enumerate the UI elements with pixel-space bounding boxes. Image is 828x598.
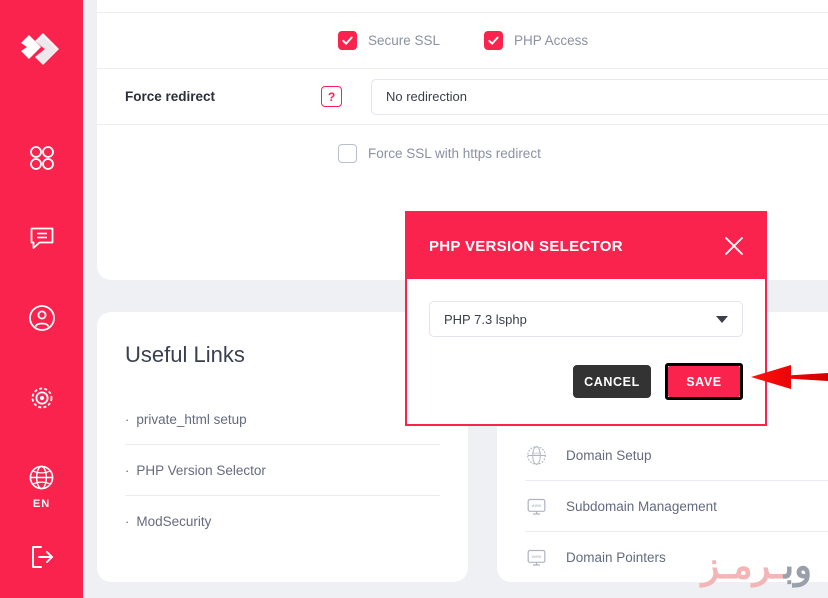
monitor-www-icon: www — [525, 495, 547, 517]
sidebar-item-account[interactable] — [0, 304, 83, 332]
checkbox-secure-ssl[interactable]: Secure SSL — [338, 31, 440, 50]
list-item-label: ModSecurity — [136, 514, 212, 529]
monitor-www-icon: www — [525, 547, 547, 569]
globe-www-icon: www — [525, 444, 547, 466]
globe-icon — [29, 465, 54, 490]
list-item[interactable]: · PHP Version Selector — [125, 445, 440, 496]
list-item-label: private_html setup — [136, 411, 247, 427]
list-item[interactable]: · ModSecurity — [125, 496, 440, 547]
php-version-selector-dialog: PHP VERSION SELECTOR PHP 7.3 lsphp CANCE… — [405, 211, 767, 426]
force-redirect-row: Force redirect ? No redirection — [97, 69, 828, 125]
bullet-icon: · — [125, 462, 130, 478]
checkbox-force-ssl[interactable]: Force SSL with https redirect — [338, 143, 541, 163]
app-root: EN Secure SSL PHP Access Force redirect … — [0, 0, 828, 598]
ssl-php-checkbox-row: Secure SSL PHP Access — [97, 13, 828, 69]
svg-text:www: www — [531, 554, 541, 559]
list-item-label: PHP Version Selector — [136, 462, 266, 478]
php-version-selected-value: PHP 7.3 lsphp — [444, 311, 527, 327]
list-item[interactable]: www Subdomain Management — [525, 481, 828, 532]
bullet-icon: · — [125, 514, 130, 529]
gear-icon — [31, 387, 52, 409]
list-item[interactable]: www Domain Setup — [525, 430, 828, 481]
force-ssl-row: Force SSL with https redirect — [97, 125, 828, 181]
unchecked-box-icon — [338, 143, 357, 163]
sidebar-item-settings[interactable] — [0, 384, 83, 412]
list-item[interactable]: · private_html setup — [125, 394, 440, 445]
sidebar-item-logout[interactable] — [0, 543, 83, 571]
page-title: Useful Links — [125, 342, 245, 367]
force-redirect-label: Force redirect — [125, 89, 216, 104]
user-circle-icon — [28, 305, 55, 331]
sidebar: EN — [0, 0, 83, 598]
list-item[interactable]: www Domain Pointers — [525, 532, 828, 582]
checkbox-php-access[interactable]: PHP Access — [484, 31, 588, 50]
save-button[interactable]: SAVE — [668, 366, 740, 397]
cancel-button[interactable]: CANCEL — [573, 365, 651, 398]
useful-links-list: · private_html setup · PHP Version Selec… — [125, 394, 440, 547]
checked-box-icon — [338, 31, 357, 50]
brand-logo[interactable] — [0, 30, 83, 72]
checkbox-label: Secure SSL — [368, 33, 441, 48]
close-icon[interactable] — [721, 233, 747, 259]
checked-box-icon — [484, 31, 504, 50]
sidebar-item-language[interactable]: EN — [0, 464, 83, 510]
shortcut-label: Subdomain Management — [566, 498, 717, 514]
chat-bubble-icon — [30, 227, 53, 249]
dialog-title: PHP VERSION SELECTOR — [429, 237, 623, 255]
save-button-highlight: SAVE — [665, 363, 743, 400]
main-content: Secure SSL PHP Access Force redirect ? N… — [83, 0, 828, 598]
chevron-down-icon — [716, 315, 728, 323]
force-redirect-input[interactable]: No redirection — [371, 78, 828, 115]
svg-text:www: www — [531, 503, 541, 508]
help-icon[interactable]: ? — [321, 86, 342, 107]
dialog-header: PHP VERSION SELECTOR — [407, 213, 765, 279]
form-row-cropped — [97, 0, 828, 13]
checkbox-label: PHP Access — [514, 33, 589, 48]
shortcut-label: Domain Setup — [566, 447, 652, 463]
php-version-select[interactable]: PHP 7.3 lsphp — [429, 301, 743, 337]
svg-text:www: www — [532, 450, 541, 455]
grid-apps-icon — [29, 146, 54, 170]
shortcut-label: Domain Pointers — [566, 550, 666, 565]
dialog-body: PHP 7.3 lsphp — [407, 279, 765, 337]
checkbox-label: Force SSL with https redirect — [368, 145, 541, 161]
logout-icon — [31, 546, 53, 568]
language-label: EN — [32, 498, 51, 510]
sidebar-item-messages[interactable] — [0, 224, 83, 252]
sidebar-item-apps[interactable] — [0, 144, 83, 172]
bullet-icon: · — [125, 411, 130, 427]
dialog-footer: CANCEL SAVE — [407, 337, 765, 424]
